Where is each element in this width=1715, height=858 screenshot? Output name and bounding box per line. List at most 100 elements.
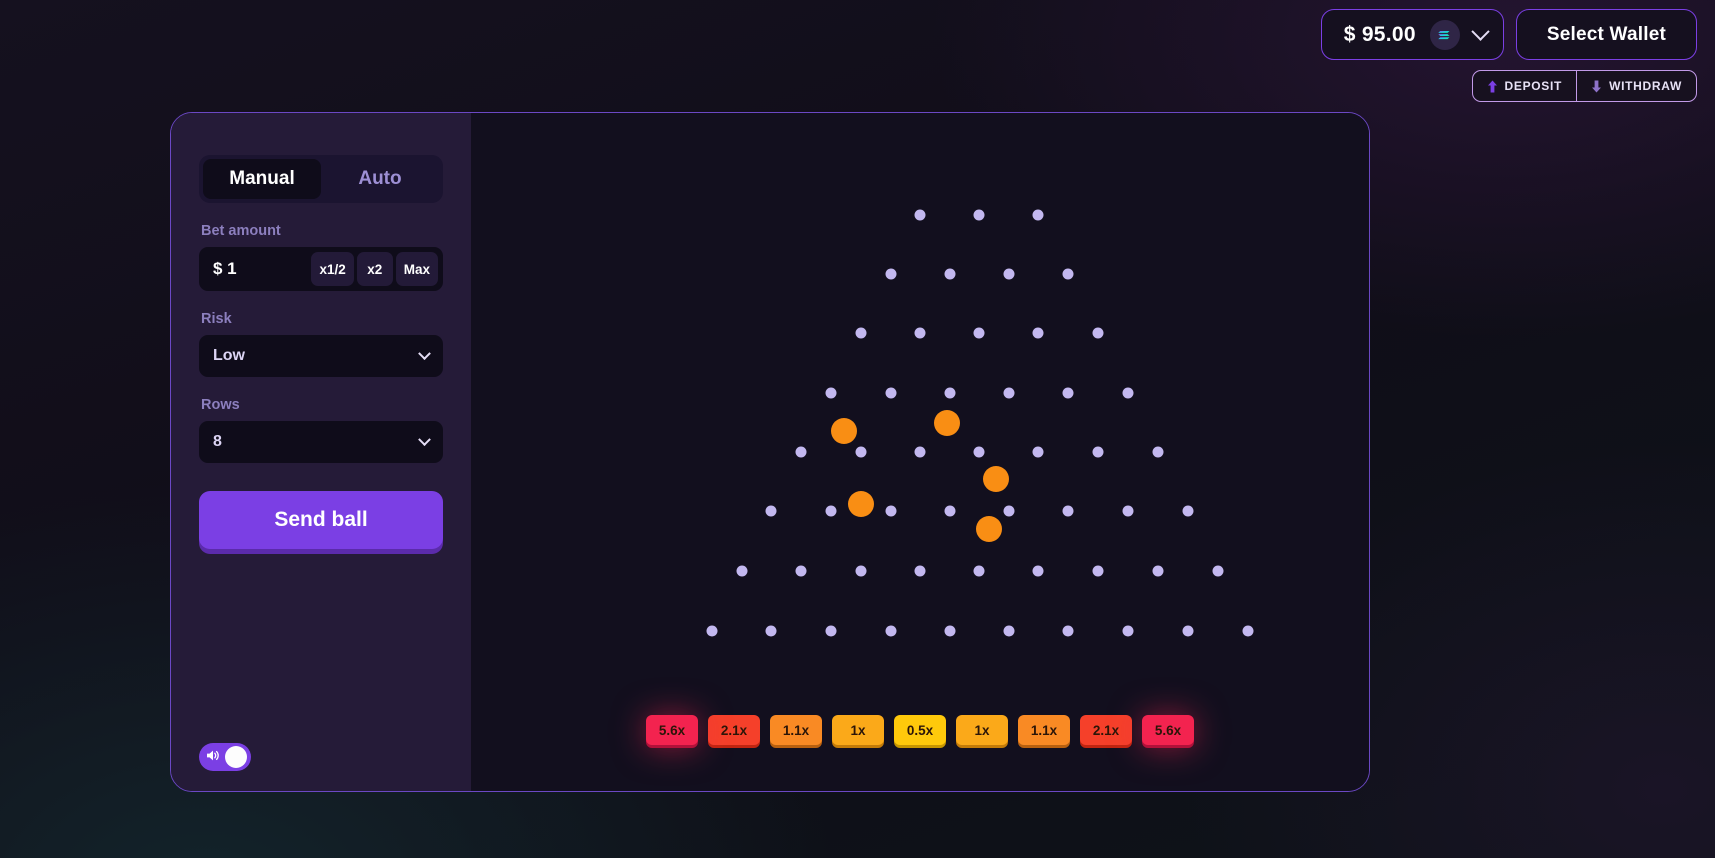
peg — [973, 565, 985, 577]
deposit-withdraw-group: DEPOSIT WITHDRAW — [1471, 70, 1697, 102]
deposit-button[interactable]: DEPOSIT — [1473, 71, 1577, 101]
peg — [795, 446, 807, 458]
bet-half-button[interactable]: x1/2 — [311, 252, 354, 286]
solana-icon — [1429, 19, 1460, 50]
multiplier-slot[interactable]: 2.1x — [708, 715, 760, 745]
peg — [885, 268, 897, 280]
withdraw-button[interactable]: WITHDRAW — [1576, 71, 1696, 101]
peg — [885, 625, 897, 637]
tab-manual[interactable]: Manual — [203, 159, 321, 199]
peg — [1182, 505, 1194, 517]
bet-amount-label: Bet amount — [201, 223, 281, 239]
bet-double-button[interactable]: x2 — [356, 252, 393, 286]
peg — [1152, 446, 1164, 458]
chevron-down-icon — [1471, 22, 1490, 41]
peg — [973, 327, 985, 339]
multiplier-slot[interactable]: 0.5x — [894, 715, 946, 745]
peg — [1152, 565, 1164, 577]
sound-toggle[interactable] — [199, 743, 251, 771]
top-bar-row: $ 95.00 Select Wallet — [1320, 9, 1697, 60]
plinko-ball — [983, 466, 1009, 492]
peg — [736, 565, 748, 577]
deposit-label: DEPOSIT — [1504, 79, 1563, 93]
peg — [914, 209, 926, 221]
peg — [944, 505, 956, 517]
multiplier-slot[interactable]: 2.1x — [1080, 715, 1132, 745]
peg — [1003, 268, 1015, 280]
multiplier-slot[interactable]: 1.1x — [1018, 715, 1070, 745]
peg — [1032, 565, 1044, 577]
arrow-up-icon — [1487, 80, 1498, 93]
peg — [1122, 625, 1134, 637]
peg — [795, 565, 807, 577]
risk-select[interactable]: Low — [199, 335, 443, 377]
peg — [885, 505, 897, 517]
peg — [825, 625, 837, 637]
peg — [855, 565, 867, 577]
peg — [1122, 387, 1134, 399]
plinko-ball — [848, 491, 874, 517]
peg — [1092, 446, 1104, 458]
multiplier-slot[interactable]: 1x — [832, 715, 884, 745]
plinko-ball — [976, 516, 1002, 542]
send-ball-button[interactable]: Send ball — [199, 491, 443, 549]
peg — [855, 446, 867, 458]
peg — [1062, 387, 1074, 399]
peg — [825, 387, 837, 399]
peg — [1062, 505, 1074, 517]
peg — [944, 268, 956, 280]
mode-switch: Manual Auto — [199, 155, 443, 203]
rows-label: Rows — [201, 397, 240, 413]
peg — [1122, 505, 1134, 517]
peg — [1092, 327, 1104, 339]
risk-label: Risk — [201, 311, 232, 327]
multiplier-slot-row: 5.6x 2.1x 1.1x 1x 0.5x 1x 1.1x 2.1x 5.6x — [471, 715, 1369, 745]
control-sidebar: Manual Auto Bet amount x1/2 x2 Max Risk … — [171, 113, 471, 791]
multiplier-slot[interactable]: 1.1x — [770, 715, 822, 745]
peg — [1092, 565, 1104, 577]
bet-max-button[interactable]: Max — [395, 252, 438, 286]
peg — [973, 209, 985, 221]
peg — [1032, 327, 1044, 339]
peg — [1032, 446, 1044, 458]
tab-auto[interactable]: Auto — [321, 159, 439, 199]
peg — [914, 565, 926, 577]
peg — [855, 327, 867, 339]
top-bar: $ 95.00 Select Wallet DEPOSIT WITHDRAW — [1320, 0, 1715, 102]
withdraw-label: WITHDRAW — [1609, 79, 1682, 93]
peg — [1062, 268, 1074, 280]
chevron-down-icon — [418, 432, 431, 446]
sound-toggle-knob — [225, 746, 247, 768]
game-card: Manual Auto Bet amount x1/2 x2 Max Risk … — [170, 112, 1370, 792]
peg — [825, 505, 837, 517]
peg — [1003, 505, 1015, 517]
plinko-ball — [831, 418, 857, 444]
balance-amount: $ 95.00 — [1343, 22, 1416, 46]
plinko-board: 5.6x 2.1x 1.1x 1x 0.5x 1x 1.1x 2.1x 5.6x — [471, 113, 1369, 791]
peg — [885, 387, 897, 399]
risk-value: Low — [213, 347, 245, 364]
chevron-down-icon — [418, 346, 431, 360]
rows-value: 8 — [213, 433, 222, 450]
peg — [765, 505, 777, 517]
rows-select[interactable]: 8 — [199, 421, 443, 463]
bet-amount-row: x1/2 x2 Max — [199, 247, 443, 291]
multiplier-slot[interactable]: 5.6x — [646, 715, 698, 745]
peg — [1062, 625, 1074, 637]
peg — [1182, 625, 1194, 637]
peg — [765, 625, 777, 637]
select-wallet-button[interactable]: Select Wallet — [1515, 9, 1697, 60]
peg — [1003, 625, 1015, 637]
peg — [1242, 625, 1254, 637]
balance-selector[interactable]: $ 95.00 — [1320, 9, 1504, 60]
bet-amount-input[interactable] — [213, 259, 309, 279]
multiplier-slot[interactable]: 1x — [956, 715, 1008, 745]
peg — [1003, 387, 1015, 399]
multiplier-slot[interactable]: 5.6x — [1142, 715, 1194, 745]
peg — [1212, 565, 1224, 577]
peg — [914, 327, 926, 339]
plinko-ball — [934, 410, 960, 436]
peg — [1032, 209, 1044, 221]
peg — [706, 625, 718, 637]
arrow-down-icon — [1591, 80, 1602, 93]
